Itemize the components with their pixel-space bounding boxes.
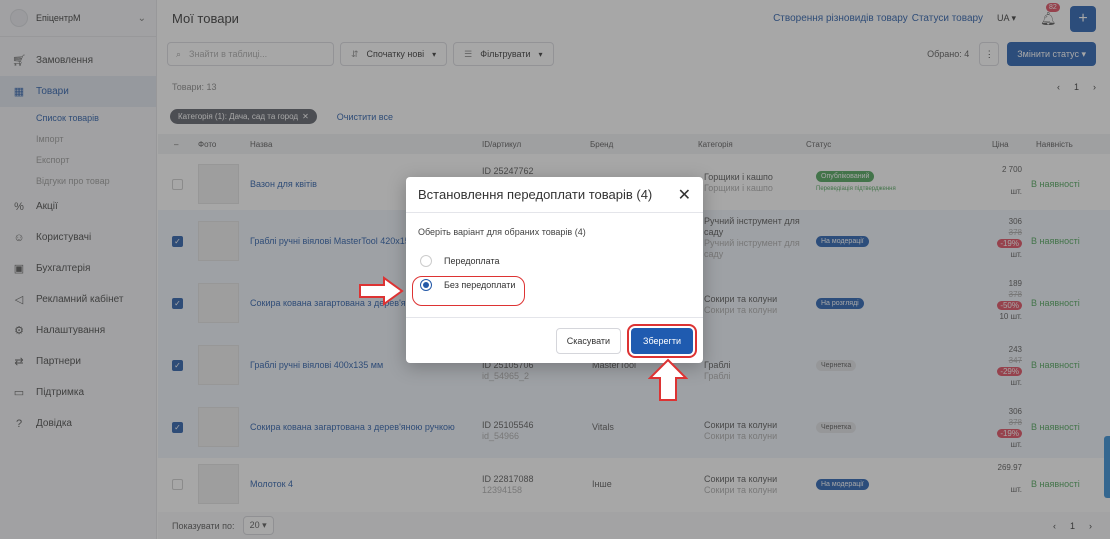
highlight-outline: [412, 276, 525, 306]
arrow-right-icon: [359, 276, 404, 306]
dialog-header: Встановлення передоплати товарів (4) ✕: [406, 177, 703, 213]
cancel-button[interactable]: Скасувати: [555, 327, 622, 354]
save-button[interactable]: Зберегти: [627, 323, 697, 358]
dialog-title: Встановлення передоплати товарів (4): [418, 187, 653, 202]
radio-prepayment[interactable]: [420, 255, 432, 267]
option-prepayment[interactable]: Передоплата: [418, 249, 691, 273]
dialog-footer: Скасувати Зберегти: [406, 317, 703, 363]
close-icon[interactable]: ✕: [678, 185, 691, 205]
arrow-up-icon: [648, 358, 688, 401]
option-label: Передоплата: [444, 256, 500, 266]
dialog-instruction: Оберіть варіант для обраних товарів (4): [418, 227, 586, 237]
prepayment-dialog: Встановлення передоплати товарів (4) ✕ О…: [406, 177, 703, 363]
